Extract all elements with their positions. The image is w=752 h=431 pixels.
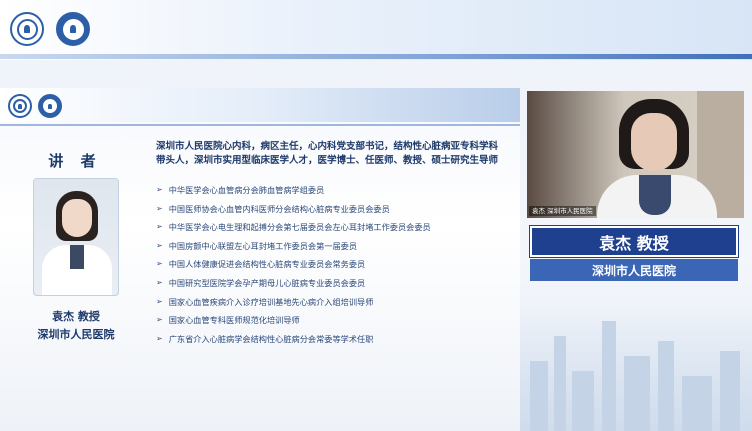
shenzhen-medical-logo bbox=[8, 94, 32, 118]
top-banner bbox=[0, 0, 752, 60]
arrow-icon: ➢ bbox=[156, 277, 163, 287]
slide-header bbox=[0, 88, 520, 122]
top-divider bbox=[0, 54, 752, 59]
slide-divider bbox=[0, 124, 520, 126]
speaker-name: 袁杰 教授 bbox=[52, 310, 100, 323]
roles-list: ➢ 中华医学会心血管病分会肺血管病学组委员 ➢ 中国医师协会心血管内科医师分会结构心… bbox=[156, 181, 512, 348]
shenzhen-medical-logo bbox=[10, 12, 44, 46]
list-item: ➢ 中华医学会心血管病分会肺血管病学组委员 bbox=[156, 181, 512, 200]
speaker-heading: 讲 者 bbox=[48, 152, 102, 170]
arrow-icon: ➢ bbox=[156, 185, 163, 194]
list-item: ➢ 国家心血管专科医师规范化培训导师 bbox=[156, 311, 512, 330]
speaker-photo bbox=[33, 178, 119, 296]
arrow-icon: ➢ bbox=[156, 222, 163, 232]
association-logo bbox=[38, 94, 62, 118]
city-skyline-backdrop bbox=[520, 300, 752, 431]
speaker-bio: 深圳市人民医院心内科，病区主任，心内科党支部书记，结构性心脏病亚专科学科带头人，… bbox=[156, 141, 499, 166]
list-item: ➢ 中国研究型医院学会孕产期母儿心脏病专业委员会委员 bbox=[156, 274, 512, 293]
speaker-organization: 深圳市人民医院 bbox=[37, 328, 115, 341]
association-logo bbox=[56, 12, 90, 46]
list-item: ➢ 中国人体健康促进会结构性心脏病专业委员会常务委员 bbox=[156, 255, 512, 274]
video-caption: 袁杰 深圳市人民医院 bbox=[529, 206, 596, 216]
arrow-icon: ➢ bbox=[156, 203, 163, 213]
speaker-org-plate: 深圳市人民医院 bbox=[530, 259, 738, 281]
list-item: ➢ 中国医师协会心血管内科医师分会结构心脏病专业委员会委员 bbox=[156, 200, 512, 219]
speaker-video-feed[interactable]: 袁杰 深圳市人民医院 bbox=[527, 91, 744, 218]
arrow-icon: ➢ bbox=[156, 240, 163, 250]
list-item: ➢ 国家心血管疾病介入诊疗培训基地先心病介入组培训导师 bbox=[156, 293, 512, 312]
arrow-icon: ➢ bbox=[156, 333, 163, 343]
arrow-icon: ➢ bbox=[156, 296, 163, 306]
arrow-icon: ➢ bbox=[156, 259, 163, 269]
speaker-nameplate: 袁杰 教授 bbox=[529, 225, 739, 258]
arrow-icon: ➢ bbox=[156, 315, 163, 325]
list-item: ➢ 中华医学会心电生理和起搏分会第七届委员会左心耳封堵工作委员会委员 bbox=[156, 218, 512, 237]
list-item: ➢ 中国房颤中心联盟左心耳封堵工作委员会第一届委员 bbox=[156, 237, 512, 256]
presentation-slide: 讲 者 袁杰 教授 深圳市人民医院 深圳市人民医院心内科，病区主任，心内科党支部… bbox=[0, 88, 520, 431]
list-item: ➢ 广东省介入心脏病学会结构性心脏病分会常委等学术任职 bbox=[156, 330, 512, 349]
